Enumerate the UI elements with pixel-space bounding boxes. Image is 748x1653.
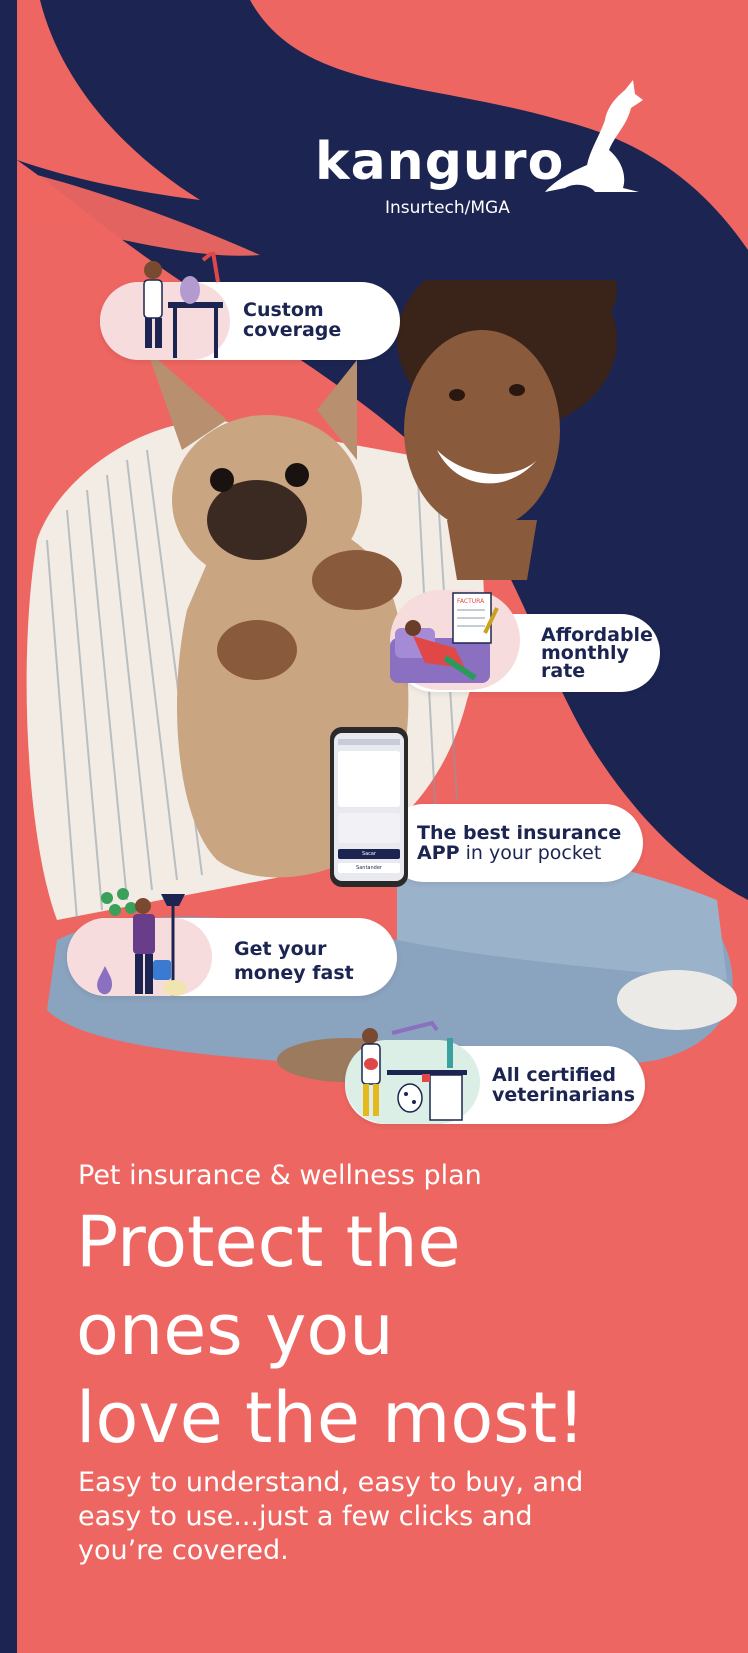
pet-insurance-banner: kanguro Insurtech/MGA Custom coverage FA… <box>0 0 748 1653</box>
phone-primary-button[interactable]: Sacar <box>338 849 400 859</box>
vet-examining-cat-illustration <box>143 252 223 358</box>
hero-body: Easy to understand, easy to buy, and eas… <box>78 1467 584 1566</box>
feature-app-label: The best insurance APP in your pocket <box>417 822 622 864</box>
brand-tagline: Insurtech/MGA <box>385 198 510 218</box>
phone-app-illustration: Sacar Santander <box>330 727 408 887</box>
veterinarian-with-dog-illustration <box>361 1020 467 1121</box>
person-with-invoice-illustration: FACTURA <box>390 592 499 683</box>
feature-affordable-rate-label: Affordable monthly rate <box>541 624 653 682</box>
hero-headline: Protect the ones you love the most! <box>76 1201 586 1459</box>
feature-custom-coverage-label: Custom coverage <box>243 299 342 341</box>
person-with-money-and-pets-illustration <box>97 888 187 996</box>
brand-name: kanguro <box>315 132 565 192</box>
feature-money-fast-label: Get your money fast <box>234 938 354 984</box>
hero-kicker: Pet insurance & wellness plan <box>78 1160 482 1191</box>
brand-logo[interactable]: kanguro Insurtech/MGA <box>315 80 645 220</box>
invoice-label: FACTURA <box>457 598 485 605</box>
kangaroo-icon <box>545 80 643 192</box>
phone-screen: Sacar Santander <box>334 733 404 881</box>
feature-certified-vets-label: All certified veterinarians <box>492 1064 636 1106</box>
phone-secondary-button[interactable]: Santander <box>338 863 400 873</box>
